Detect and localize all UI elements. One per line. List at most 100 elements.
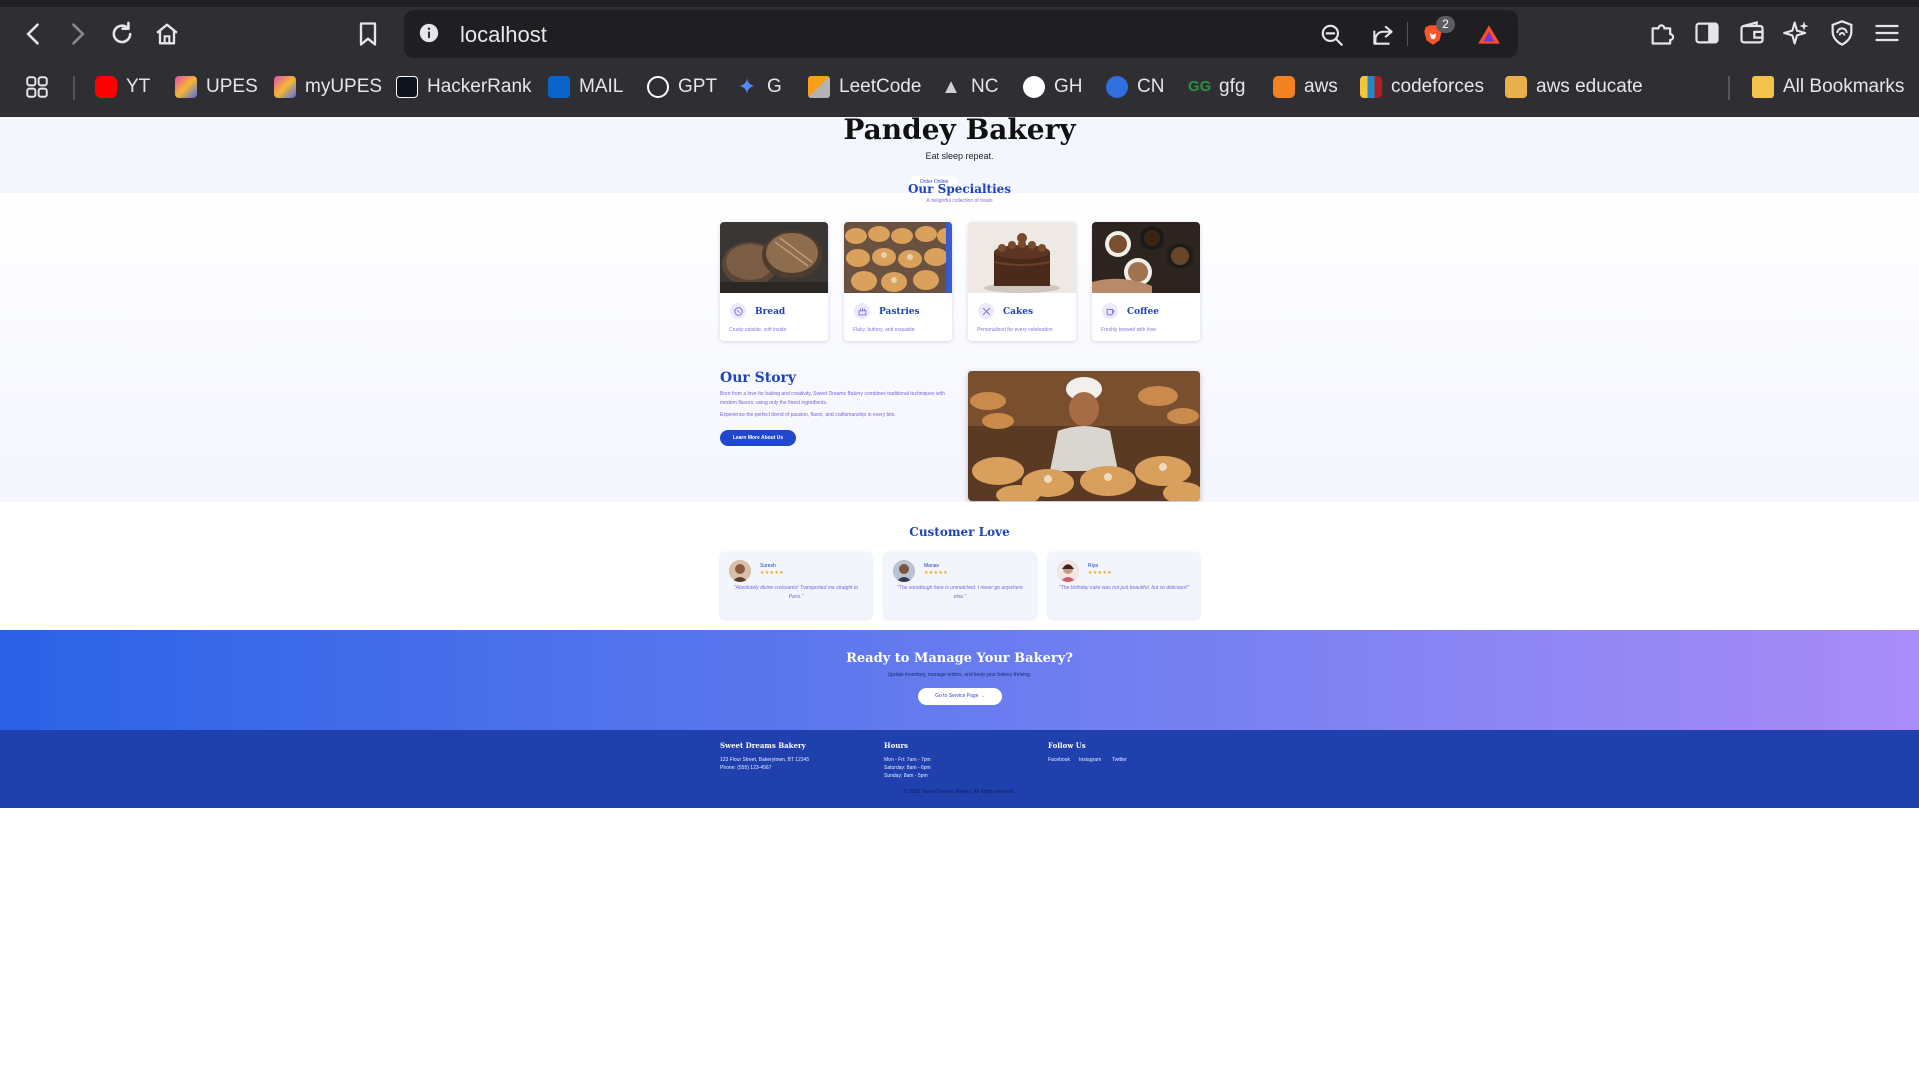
bread-photo [720,222,828,293]
share-icon [1373,25,1393,45]
share-button[interactable] [1368,20,1398,50]
bookmark-cn[interactable]: CN [1106,72,1164,102]
apps-grid-button[interactable] [24,72,50,102]
specialty-card-bread[interactable]: Bread Crusty outside, soft inside [720,222,828,341]
specialty-card-coffee[interactable]: Coffee Freshly brewed with love [1092,222,1200,341]
specialty-card-pastries[interactable]: Pastries Flaky, buttery, and exquisite [844,222,952,341]
social-link-twitter[interactable]: Twitter [1112,757,1127,763]
bookmark-label: aws [1304,76,1338,97]
rating-stars: ★★★★★ [760,570,784,576]
cta-title: Ready to Manage Your Bakery? [846,651,1073,666]
specialty-name: Bread [755,307,786,317]
specialties-subtitle: A delightful collection of treats [926,198,993,204]
bookmark-gpt[interactable]: GPT [647,72,717,102]
all-bookmarks-label: All Bookmarks [1783,76,1905,97]
specialties-title: Our Specialties [907,182,1012,196]
bookmark-aws[interactable]: aws [1273,72,1338,102]
codingninjas-icon [1106,76,1128,98]
story-paragraph-1: Born from a love for baking and creativi… [720,391,945,406]
bookmark-label: LeetCode [839,76,922,97]
upes-icon [175,76,197,98]
hamburger-menu-icon [1875,24,1899,42]
bookmark-label: myUPES [305,76,383,97]
pastries-photo [844,222,952,293]
bookmark-label: YT [126,76,151,97]
specialty-card-cakes[interactable]: Cakes Personalized for every celebration [968,222,1076,341]
all-bookmarks-button[interactable]: All Bookmarks [1752,72,1904,102]
menu-button[interactable] [1870,16,1904,50]
bakery-page: Pandey Bakery Eat sleep repeat. Order On… [0,113,1919,1070]
bookmark-page-button[interactable] [348,14,388,54]
bookmark-g[interactable]: ✦ G [736,72,782,102]
social-link-facebook[interactable]: Facebook [1048,757,1070,763]
browser-chrome: localhost 2 YT UPES myUPES HackerRank MA… [0,0,1919,117]
bookmark-aws-educate[interactable]: aws educate [1505,72,1643,102]
forward-button[interactable] [57,14,97,54]
bookmark-label: UPES [206,76,258,97]
aws-icon [1273,76,1295,98]
bookmark-mail[interactable]: MAIL [548,72,623,102]
specialty-name: Pastries [879,307,920,317]
specialty-name: Coffee [1127,307,1160,317]
sidebar-button[interactable] [1690,16,1724,50]
bookmark-label: codeforces [1391,76,1484,97]
upes-icon [274,76,296,98]
bookmark-gfg[interactable]: GG gfg [1188,72,1245,102]
cta-section: Ready to Manage Your Bakery? Update inve… [0,630,1919,730]
review-quote: "Absolutely divine croissants! Transport… [733,585,859,600]
brave-rewards-button[interactable] [1474,20,1504,50]
bookmark-codeforces[interactable]: codeforces [1360,72,1484,102]
back-arrow-icon [26,23,39,45]
zoom-button[interactable] [1317,20,1347,50]
bookmark-nc[interactable]: ▲ NC [940,72,998,102]
story-title: Our Story [720,370,797,386]
service-page-button[interactable]: Go to Service Page → [918,688,1002,705]
extensions-button[interactable] [1645,16,1679,50]
bookmark-label: G [767,76,782,97]
shields-count-badge: 2 [1436,16,1455,33]
specialty-name: Cakes [1003,307,1034,317]
reload-button[interactable] [102,14,142,54]
reload-icon [112,21,132,44]
testimonial-card: Suresh ★★★★★ "Absolutely divine croissan… [720,552,872,618]
home-icon [156,23,178,45]
codeforces-icon [1360,76,1382,98]
baker-illustration [968,371,1200,501]
folder-icon [1752,76,1774,98]
specialty-desc: Freshly brewed with love [1101,327,1157,333]
footer-hours-line: Sunday: 8am - 5pm [884,773,928,779]
specialty-desc: Flaky, buttery, and exquisite [853,327,915,333]
avatar [1057,560,1079,582]
bookmark-upes[interactable]: UPES [175,72,258,102]
leo-ai-button[interactable] [1780,16,1814,50]
bookmark-hackerrank[interactable]: HackerRank [396,72,532,102]
wallet-icon [1740,21,1764,44]
home-button[interactable] [147,14,187,54]
bookmark-label: GPT [678,76,718,97]
bookmark-myupes[interactable]: myUPES [274,72,382,102]
pastry-icon [854,303,870,319]
hackerrank-icon [396,76,418,98]
coffee-photo [1092,222,1200,293]
gemini-icon: ✦ [737,74,757,99]
address-bar[interactable]: localhost [404,10,1518,58]
bookmark-leetcode[interactable]: LeetCode [808,72,921,102]
sparkle-icon [1783,21,1809,45]
vpn-button[interactable] [1825,16,1859,50]
site-info-icon[interactable] [418,22,440,44]
bread-icon [730,303,746,319]
bookmark-gh[interactable]: GH [1023,72,1083,102]
zoom-out-icon [1321,24,1343,46]
wallet-button[interactable] [1735,16,1769,50]
learn-more-button[interactable]: Learn More About Us [720,430,796,446]
back-button[interactable] [14,14,54,54]
reviewer-name: Riya [1088,563,1099,569]
footer-copyright: © 2025 Sweet Dreams Bakery. All rights r… [904,789,1015,795]
footer-phone: Phone: (555) 123-4567 [720,765,772,771]
social-link-instagram[interactable]: Instagram [1079,757,1101,763]
bookmark-label: CN [1137,76,1165,97]
url-text[interactable]: localhost [460,22,547,48]
site-footer: Sweet Dreams Bakery 123 Flour Street, Ba… [0,730,1919,808]
bookmark-yt[interactable]: YT [95,72,150,102]
testimonials-title: Customer Love [909,525,1010,539]
